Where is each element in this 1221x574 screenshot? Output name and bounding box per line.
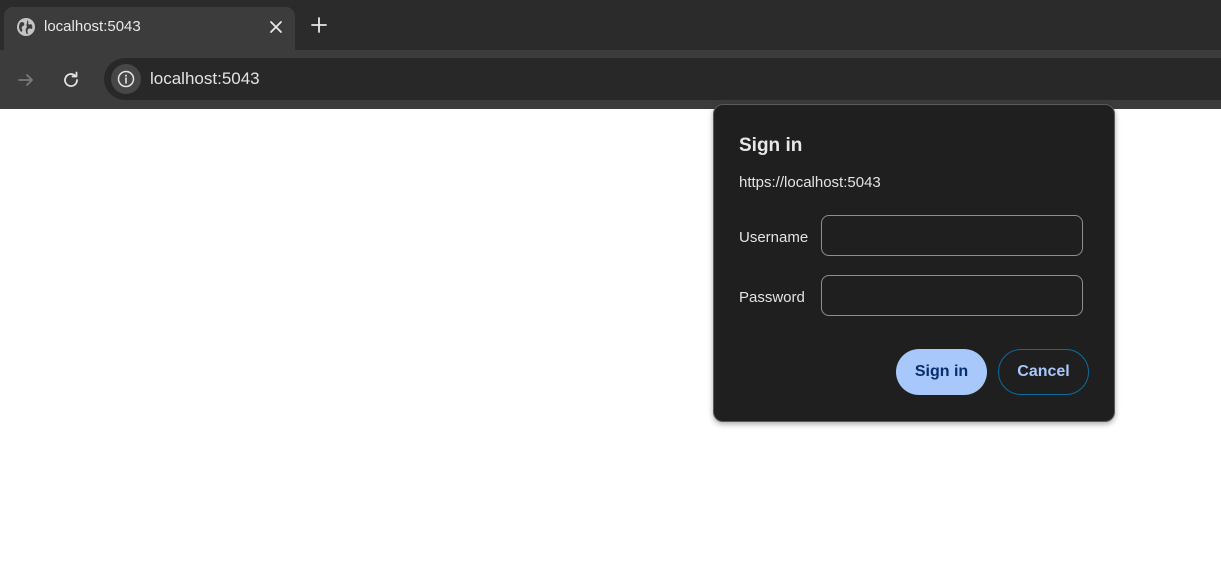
globe-icon [16, 17, 36, 37]
info-icon[interactable] [111, 64, 141, 94]
close-icon[interactable] [264, 15, 288, 39]
browser-chrome: localhost:5043 localhost:5043 [0, 0, 1221, 109]
tab-strip: localhost:5043 [0, 0, 1221, 50]
browser-tab[interactable]: localhost:5043 [4, 7, 295, 50]
reload-icon[interactable] [57, 66, 85, 94]
sign-in-button[interactable]: Sign in [896, 349, 987, 395]
cancel-button[interactable]: Cancel [998, 349, 1089, 395]
dialog-title: Sign in [739, 135, 803, 156]
sign-in-dialog: Sign in https://localhost:5043 Username … [713, 104, 1115, 422]
arrow-right-icon[interactable] [12, 66, 40, 94]
plus-icon[interactable] [306, 12, 332, 38]
browser-toolbar: localhost:5043 [0, 50, 1221, 109]
password-label: Password [739, 289, 805, 306]
password-field[interactable] [821, 275, 1083, 316]
dialog-origin: https://localhost:5043 [739, 174, 881, 191]
url-text: localhost:5043 [150, 69, 260, 88]
tab-title: localhost:5043 [44, 18, 141, 35]
username-field[interactable] [821, 215, 1083, 256]
address-bar[interactable]: localhost:5043 [104, 58, 1221, 100]
username-label: Username [739, 229, 809, 246]
